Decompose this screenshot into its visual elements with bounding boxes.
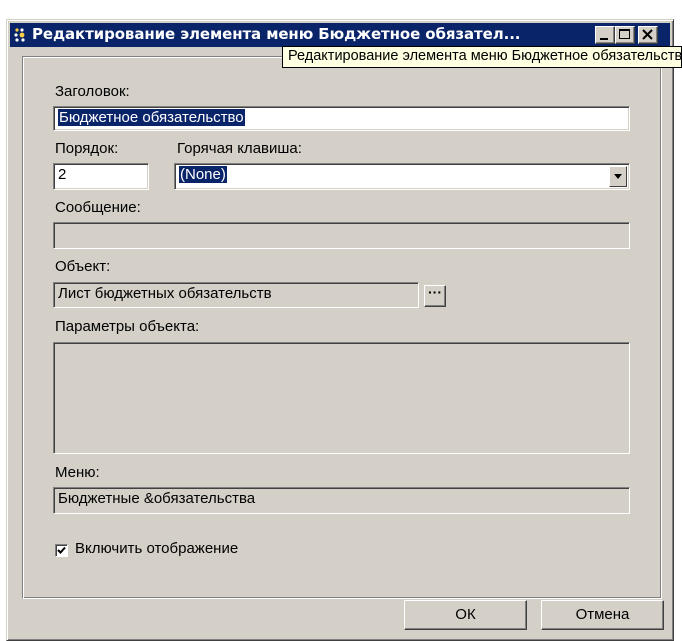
window-title: Редактирование элемента меню Бюджетное о… bbox=[32, 25, 521, 43]
show-checkbox-label[interactable]: Включить отображение bbox=[75, 540, 238, 557]
object-params-label: Параметры объекта: bbox=[55, 318, 200, 335]
cancel-button[interactable]: Отмена bbox=[541, 600, 664, 630]
menu-input[interactable]: Бюджетные &обязательства bbox=[53, 487, 630, 514]
minimize-icon bbox=[600, 38, 608, 40]
message-label: Сообщение: bbox=[55, 199, 141, 216]
caption-label: Заголовок: bbox=[55, 83, 130, 100]
hotkey-dropdown-button[interactable] bbox=[609, 166, 627, 187]
object-params-textarea[interactable] bbox=[53, 342, 630, 454]
maximize-button[interactable] bbox=[615, 26, 635, 44]
menu-label: Меню: bbox=[55, 464, 100, 481]
hotkey-select[interactable]: (None) bbox=[174, 163, 630, 190]
maximize-icon bbox=[619, 29, 630, 39]
checkmark-icon bbox=[57, 546, 66, 554]
caption-value: Бюджетное обязательство bbox=[58, 109, 245, 126]
title-tooltip: Редактирование элемента меню Бюджетное о… bbox=[282, 46, 682, 68]
ellipsis-icon: ··· bbox=[428, 284, 442, 300]
hotkey-label: Горячая клавиша: bbox=[177, 140, 302, 157]
menu-item-icon bbox=[14, 28, 25, 42]
object-value: Лист бюджетных обязательств bbox=[58, 285, 272, 302]
dialog-window: Редактирование элемента меню Бюджетное о… bbox=[6, 19, 674, 641]
hotkey-value: (None) bbox=[179, 166, 227, 183]
menu-value: Бюджетные &обязательства bbox=[58, 490, 256, 507]
object-label: Объект: bbox=[55, 258, 111, 275]
chevron-down-icon bbox=[614, 174, 622, 179]
close-icon bbox=[642, 29, 653, 40]
object-browse-button[interactable]: ··· bbox=[424, 285, 446, 307]
close-button[interactable] bbox=[638, 26, 658, 44]
order-value: 2 bbox=[58, 166, 67, 183]
order-input[interactable]: 2 bbox=[53, 163, 149, 190]
minimize-button[interactable] bbox=[595, 26, 615, 44]
object-input[interactable]: Лист бюджетных обязательств bbox=[53, 282, 419, 308]
ok-button[interactable]: ОК bbox=[404, 600, 527, 630]
title-bar[interactable]: Редактирование элемента меню Бюджетное о… bbox=[10, 23, 670, 47]
order-label: Порядок: bbox=[55, 140, 119, 157]
message-input[interactable] bbox=[53, 222, 630, 249]
show-checkbox[interactable] bbox=[55, 544, 68, 557]
caption-input[interactable]: Бюджетное обязательство bbox=[53, 106, 630, 131]
